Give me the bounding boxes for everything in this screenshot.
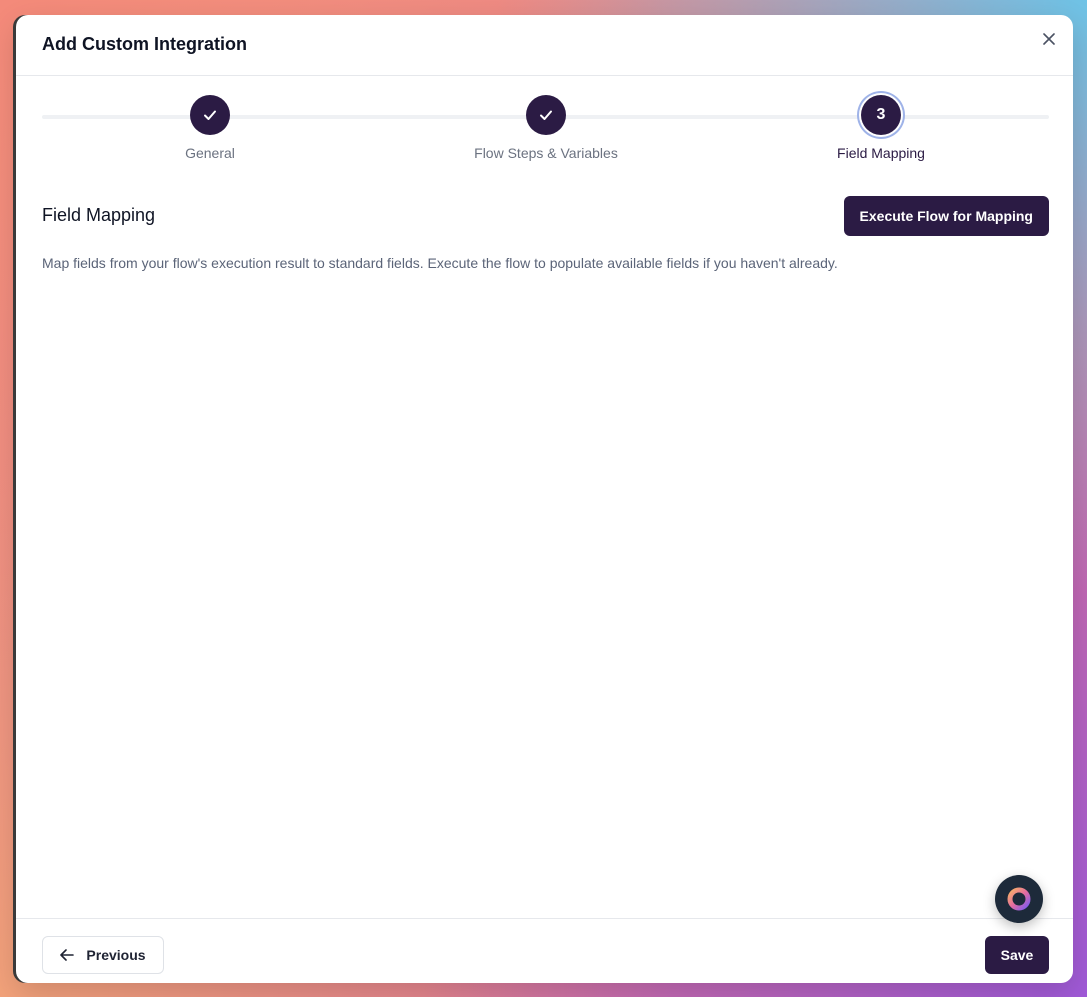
step-circle-completed: [190, 95, 230, 135]
assistant-ring-icon: [1007, 887, 1031, 911]
step-field-mapping[interactable]: 3 Field Mapping: [771, 95, 991, 161]
step-circle-completed: [526, 95, 566, 135]
arrow-left-icon: [60, 949, 75, 961]
save-button[interactable]: Save: [985, 936, 1049, 974]
execute-flow-button[interactable]: Execute Flow for Mapping: [843, 196, 1049, 236]
step-label: Flow Steps & Variables: [474, 145, 618, 161]
step-circle-active: 3: [861, 95, 901, 135]
step-general[interactable]: General: [100, 95, 320, 161]
section-title: Field Mapping: [42, 205, 156, 225]
close-icon: [1043, 33, 1055, 45]
modal-title: Add Custom Integration: [42, 34, 247, 54]
stepper: General Flow Steps & Variables 3 Field M…: [42, 95, 1049, 175]
step-flow-steps[interactable]: Flow Steps & Variables: [436, 95, 656, 161]
step-label: Field Mapping: [837, 145, 925, 161]
previous-label: Previous: [86, 947, 146, 963]
modal-header: Add Custom Integration: [16, 15, 1073, 76]
check-icon: [204, 110, 216, 120]
add-integration-modal: Add Custom Integration General Flow Step: [16, 15, 1073, 983]
modal-footer: Previous Save: [16, 918, 1073, 983]
check-icon: [540, 110, 552, 120]
assistant-button[interactable]: [995, 875, 1043, 923]
section-description: Map fields from your flow's execution re…: [42, 255, 838, 271]
previous-button[interactable]: Previous: [42, 936, 164, 974]
step-label: General: [185, 145, 235, 161]
close-button[interactable]: [1039, 29, 1059, 49]
